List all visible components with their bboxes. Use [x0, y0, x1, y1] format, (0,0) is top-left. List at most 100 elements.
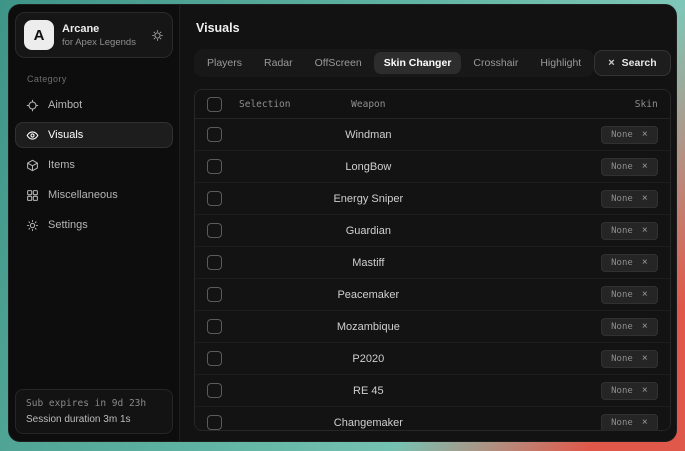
box-icon — [26, 159, 39, 172]
sidebar-item-items[interactable]: Items — [15, 152, 173, 178]
clear-skin-x-icon[interactable]: × — [642, 194, 648, 204]
table-row: Peacemaker None × — [195, 279, 670, 311]
row-checkbox[interactable] — [207, 415, 222, 430]
skin-selector-badge[interactable]: None × — [601, 126, 658, 144]
column-header-skin: Skin — [428, 99, 658, 110]
weapon-name: Mastiff — [319, 257, 418, 269]
sidebar-item-aimbot[interactable]: Aimbot — [15, 92, 173, 118]
skin-selector-badge[interactable]: None × — [601, 190, 658, 208]
eye-icon — [26, 129, 39, 142]
skin-selector-badge[interactable]: None × — [601, 382, 658, 400]
weapon-name: Energy Sniper — [319, 193, 418, 205]
skin-value: None — [611, 322, 633, 332]
skin-value: None — [611, 226, 633, 236]
tab-skin-changer[interactable]: Skin Changer — [374, 52, 462, 74]
weapon-name: Windman — [319, 129, 418, 141]
subscription-card: Sub expires in 9d 23h Session duration 3… — [15, 389, 173, 434]
app-header-card: A Arcane for Apex Legends — [15, 12, 173, 58]
row-checkbox[interactable] — [207, 127, 222, 142]
table-header-row: Selection Weapon Skin — [195, 90, 670, 119]
table-row: Windman None × — [195, 119, 670, 151]
skin-value: None — [611, 290, 633, 300]
sidebar-item-label: Settings — [48, 219, 88, 231]
clear-skin-x-icon[interactable]: × — [642, 322, 648, 332]
skin-value: None — [611, 194, 633, 204]
table-row: Guardian None × — [195, 215, 670, 247]
app-subtitle: for Apex Legends — [62, 37, 143, 48]
clear-skin-x-icon[interactable]: × — [642, 354, 648, 364]
row-checkbox[interactable] — [207, 191, 222, 206]
tab-players[interactable]: Players — [197, 52, 252, 74]
search-button[interactable]: × Search — [594, 50, 670, 76]
row-checkbox[interactable] — [207, 319, 222, 334]
skin-selector-badge[interactable]: None × — [601, 222, 658, 240]
x-icon: × — [608, 58, 614, 69]
clear-skin-x-icon[interactable]: × — [642, 130, 648, 140]
skin-selector-badge[interactable]: None × — [601, 254, 658, 272]
clear-skin-x-icon[interactable]: × — [642, 162, 648, 172]
main-panel: Visuals Players Radar OffScreen Skin Cha… — [179, 5, 677, 441]
column-header-weapon: Weapon — [319, 99, 418, 110]
app-window: A Arcane for Apex Legends Category — [8, 4, 677, 442]
weapon-name: RE 45 — [319, 385, 418, 397]
search-button-label: Search — [622, 57, 657, 69]
skin-value: None — [611, 418, 633, 428]
row-checkbox[interactable] — [207, 383, 222, 398]
table-row: Changemaker None × — [195, 407, 670, 431]
weapon-name: Mozambique — [319, 321, 418, 333]
table-row: LongBow None × — [195, 151, 670, 183]
table-row: Energy Sniper None × — [195, 183, 670, 215]
clear-skin-x-icon[interactable]: × — [642, 226, 648, 236]
tabs-row: Players Radar OffScreen Skin Changer Cro… — [194, 49, 671, 77]
skin-selector-badge[interactable]: None × — [601, 286, 658, 304]
skin-changer-table: Selection Weapon Skin Windman None × Lon… — [194, 89, 671, 431]
skin-value: None — [611, 354, 633, 364]
sidebar-item-label: Visuals — [48, 129, 83, 141]
clear-skin-x-icon[interactable]: × — [642, 290, 648, 300]
weapon-name: Peacemaker — [319, 289, 418, 301]
skin-value: None — [611, 386, 633, 396]
row-checkbox[interactable] — [207, 287, 222, 302]
sidebar-item-miscellaneous[interactable]: Miscellaneous — [15, 182, 173, 208]
grid-icon — [26, 189, 39, 202]
sidebar-item-label: Miscellaneous — [48, 189, 118, 201]
crosshair-icon — [26, 99, 39, 112]
clear-skin-x-icon[interactable]: × — [642, 258, 648, 268]
app-logo: A — [24, 20, 54, 50]
tab-highlight[interactable]: Highlight — [530, 52, 591, 74]
tab-strip: Players Radar OffScreen Skin Changer Cro… — [194, 49, 594, 77]
app-name: Arcane — [62, 23, 143, 35]
table-row: Mozambique None × — [195, 311, 670, 343]
tab-crosshair[interactable]: Crosshair — [463, 52, 528, 74]
skin-selector-badge[interactable]: None × — [601, 318, 658, 336]
skin-value: None — [611, 162, 633, 172]
skin-selector-badge[interactable]: None × — [601, 414, 658, 432]
sidebar: A Arcane for Apex Legends Category — [9, 5, 179, 441]
target-settings-icon[interactable] — [151, 29, 164, 42]
select-all-checkbox[interactable] — [207, 97, 222, 112]
weapon-name: Changemaker — [319, 417, 418, 429]
row-checkbox[interactable] — [207, 351, 222, 366]
sub-expires-text: Sub expires in 9d 23h — [26, 398, 162, 409]
column-header-selection: Selection — [239, 99, 309, 110]
table-row: Mastiff None × — [195, 247, 670, 279]
page-title: Visuals — [196, 21, 671, 35]
tab-offscreen[interactable]: OffScreen — [305, 52, 372, 74]
tab-radar[interactable]: Radar — [254, 52, 303, 74]
clear-skin-x-icon[interactable]: × — [642, 386, 648, 396]
weapon-name: LongBow — [319, 161, 418, 173]
row-checkbox[interactable] — [207, 159, 222, 174]
skin-selector-badge[interactable]: None × — [601, 158, 658, 176]
sidebar-item-label: Aimbot — [48, 99, 82, 111]
row-checkbox[interactable] — [207, 255, 222, 270]
gear-icon — [26, 219, 39, 232]
sidebar-nav: Aimbot Visuals Items — [9, 92, 179, 238]
clear-skin-x-icon[interactable]: × — [642, 418, 648, 428]
skin-value: None — [611, 130, 633, 140]
skin-selector-badge[interactable]: None × — [601, 350, 658, 368]
sidebar-item-visuals[interactable]: Visuals — [15, 122, 173, 148]
sidebar-item-settings[interactable]: Settings — [15, 212, 173, 238]
row-checkbox[interactable] — [207, 223, 222, 238]
skin-value: None — [611, 258, 633, 268]
app-meta: Arcane for Apex Legends — [62, 23, 143, 48]
